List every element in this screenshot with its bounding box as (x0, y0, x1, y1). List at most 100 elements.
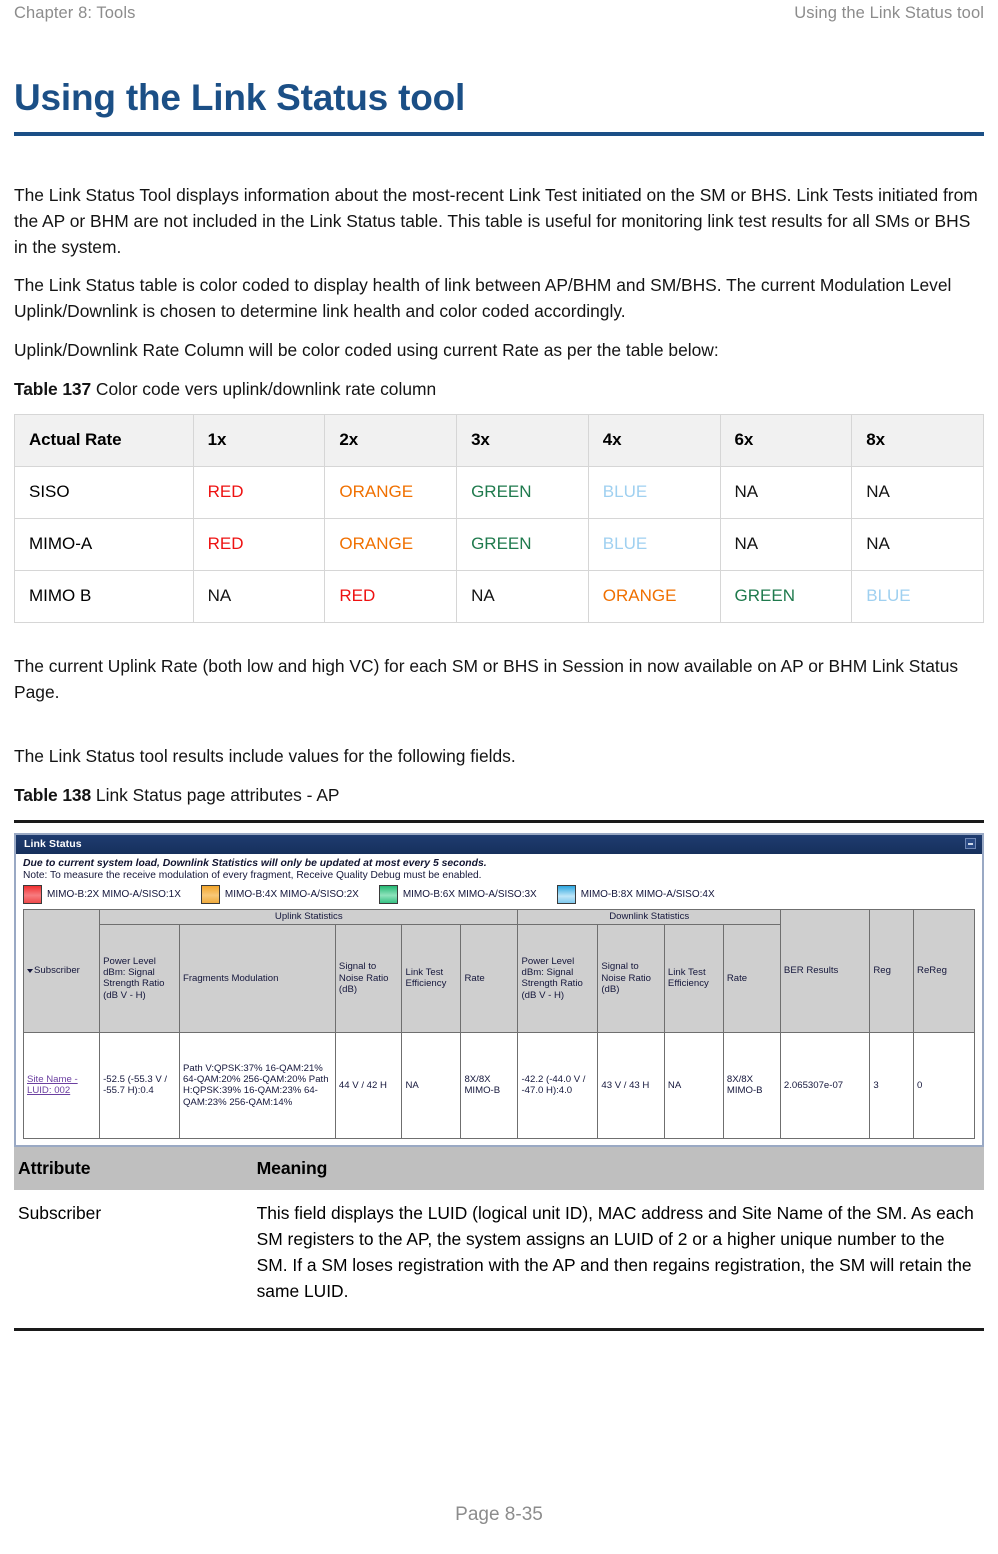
subscriber-header-label: Subscriber (34, 965, 80, 977)
legend-label-red: MIMO-B:2X MIMO-A/SISO:1X (47, 888, 181, 900)
cell-mimob-6x: GREEN (719, 569, 853, 623)
row-label-siso: SISO (14, 465, 194, 519)
downlink-power-level-column-header[interactable]: Power Level dBm: Signal Strength Ratio (… (517, 923, 599, 1033)
row-label-mimo-b: MIMO B (14, 569, 194, 623)
paragraph-rate-column: Uplink/Downlink Rate Column will be colo… (14, 339, 719, 360)
subscriber-column-header[interactable]: Subscriber (22, 908, 101, 1033)
downlink-power-level-cell: -42.2 (-44.0 V / -47.0 H):4.0 (517, 1031, 599, 1139)
table-137-caption: Table 137 Color code vers uplink/downlin… (14, 379, 984, 400)
link-status-window-body: Due to current system load, Downlink Sta… (16, 854, 982, 1139)
col-header-3x: 3x (456, 413, 589, 467)
ber-results-cell: 2.065307e-07 (779, 1031, 871, 1139)
legend-item: MIMO-B:4X MIMO-A/SISO:2X (200, 884, 359, 904)
link-status-attributes-table: Attribute Meaning Subscriber This field … (14, 1146, 984, 1314)
col-header-actual-rate: Actual Rate (14, 413, 194, 467)
meaning-column-header: Meaning (252, 1146, 984, 1190)
cell-siso-3x: GREEN (456, 465, 589, 519)
legend-label-green: MIMO-B:6X MIMO-A/SISO:3X (402, 888, 537, 900)
cell-mimoa-6x: NA (719, 517, 853, 571)
uplink-power-level-column-header[interactable]: Power Level dBm: Signal Strength Ratio (… (99, 923, 180, 1033)
downlink-snr-column-header[interactable]: Signal to Noise Ratio (dB) (597, 923, 665, 1033)
link-status-titlebar: Link Status (16, 834, 982, 854)
col-header-6x: 6x (719, 413, 853, 467)
cell-mimob-3x: NA (456, 569, 589, 623)
page-content: Using the Link Status tool The Link Stat… (14, 30, 984, 1554)
cell-siso-2x: ORANGE (324, 465, 458, 519)
downlink-link-test-efficiency-cell: NA (663, 1031, 724, 1139)
legend-swatch-green-icon (378, 884, 398, 904)
cell-siso-8x: NA (851, 465, 984, 519)
uplink-rate-cell: 8X/8X MIMO-B (460, 1031, 519, 1139)
cell-mimoa-4x: BLUE (587, 517, 721, 571)
system-load-warning: Due to current system load, Downlink Sta… (23, 857, 487, 869)
cell-mimob-8x: BLUE (851, 569, 984, 623)
downlink-link-test-efficiency-column-header[interactable]: Link Test Efficiency (663, 923, 724, 1033)
paragraph-intro: The Link Status Tool displays informatio… (14, 184, 978, 258)
running-head: Chapter 8: Tools Using the Link Status t… (0, 0, 998, 30)
col-header-1x: 1x (192, 413, 326, 467)
cell-mimob-2x: RED (324, 569, 458, 623)
cell-mimoa-1x: RED (192, 517, 326, 571)
legend-swatch-orange-icon (200, 884, 220, 904)
cell-siso-1x: RED (192, 465, 326, 519)
receive-quality-note: Note: To measure the receive modulation … (23, 869, 482, 881)
uplink-rate-column-header[interactable]: Rate (460, 923, 519, 1033)
color-code-table: Actual Rate 1x 2x 3x 4x 6x 8x SISO RED O… (14, 413, 984, 623)
downlink-rate-column-header[interactable]: Rate (722, 923, 781, 1033)
legend-label-orange: MIMO-B:4X MIMO-A/SISO:2X (224, 888, 359, 900)
ber-results-column-header[interactable]: BER Results (779, 908, 871, 1033)
col-header-4x: 4x (587, 413, 721, 467)
table-137-caption-text: Color code vers uplink/downlink rate col… (95, 378, 437, 399)
minimize-icon[interactable] (965, 838, 976, 850)
table-138-caption-text: Link Status page attributes - AP (95, 784, 340, 805)
attributes-header-row: Attribute Meaning (14, 1146, 984, 1190)
cell-siso-4x: BLUE (587, 465, 721, 519)
downlink-statistics-group-header: Downlink Statistics (517, 908, 781, 925)
running-head-left: Chapter 8: Tools (14, 4, 136, 22)
link-status-window-title: Link Status (24, 837, 82, 850)
legend-item: MIMO-B:6X MIMO-A/SISO:3X (378, 884, 537, 904)
legend-item: MIMO-B:2X MIMO-A/SISO:1X (23, 884, 181, 904)
link-status-screenshot-figure: Link Status Due to current system load, … (14, 819, 984, 1147)
table-row: SISO RED ORANGE GREEN BLUE NA NA (14, 465, 984, 519)
col-header-8x: 8x (851, 413, 984, 467)
table-137-number: Table 137 (14, 378, 92, 399)
uplink-snr-cell: 44 V / 42 H (334, 1031, 403, 1139)
table-row: MIMO-A RED ORANGE GREEN BLUE NA NA (14, 517, 984, 571)
legend-label-blue: MIMO-B:8X MIMO-A/SISO:4X (580, 888, 715, 900)
cell-siso-6x: NA (719, 465, 853, 519)
cell-mimoa-3x: GREEN (456, 517, 589, 571)
rereg-column-header[interactable]: ReReg (913, 908, 975, 1033)
uplink-statistics-group-header: Uplink Statistics (99, 908, 519, 925)
page-footer: Page 8-35 (0, 1504, 998, 1526)
subscriber-link[interactable]: Site Name - LUID: 002 (27, 1074, 96, 1097)
reg-column-header[interactable]: Reg (869, 908, 915, 1033)
uplink-fragments-modulation-column-header[interactable]: Fragments Modulation (178, 923, 336, 1033)
link-status-table: Subscriber Uplink Statistics Downlink St… (22, 908, 975, 1139)
table-row: Subscriber This field displays the LUID … (14, 1190, 984, 1314)
reg-cell: 3 (869, 1031, 915, 1139)
legend-swatch-blue-icon (556, 884, 576, 904)
link-status-table-row: Site Name - LUID: 002 -52.5 (-55.3 V / -… (22, 1031, 975, 1139)
link-status-group-header-row: Subscriber Uplink Statistics Downlink St… (22, 908, 975, 1033)
page-title: Using the Link Status tool (14, 77, 466, 118)
legend-item: MIMO-B:8X MIMO-A/SISO:4X (556, 884, 715, 904)
sort-descending-icon[interactable] (27, 968, 33, 973)
attribute-name-subscriber: Subscriber (18, 1202, 102, 1223)
paragraph-uplink-rate: The current Uplink Rate (both low and hi… (14, 655, 959, 702)
table-header-row: Actual Rate 1x 2x 3x 4x 6x 8x (14, 413, 984, 467)
legend-swatch-red-icon (23, 884, 42, 904)
downlink-rate-cell: 8X/8X MIMO-B (722, 1031, 781, 1139)
uplink-power-level-cell: -52.5 (-55.3 V / -55.7 H):0.4 (99, 1031, 180, 1139)
paragraph-color-coding: The Link Status table is color coded to … (14, 275, 952, 322)
subscriber-cell[interactable]: Site Name - LUID: 002 (22, 1031, 101, 1139)
rereg-cell: 0 (913, 1031, 975, 1139)
uplink-link-test-efficiency-cell: NA (401, 1031, 462, 1139)
table-138-number: Table 138 (14, 784, 92, 805)
col-header-2x: 2x (324, 413, 458, 467)
uplink-snr-column-header[interactable]: Signal to Noise Ratio (dB) (334, 923, 403, 1033)
modulation-legend: MIMO-B:2X MIMO-A/SISO:1X MIMO-B:4X MIMO-… (23, 884, 975, 904)
downlink-snr-cell: 43 V / 43 H (597, 1031, 665, 1139)
uplink-fragments-modulation-cell: Path V:QPSK:37% 16-QAM:21% 64-QAM:20% 25… (178, 1031, 336, 1139)
uplink-link-test-efficiency-column-header[interactable]: Link Test Efficiency (401, 923, 462, 1033)
